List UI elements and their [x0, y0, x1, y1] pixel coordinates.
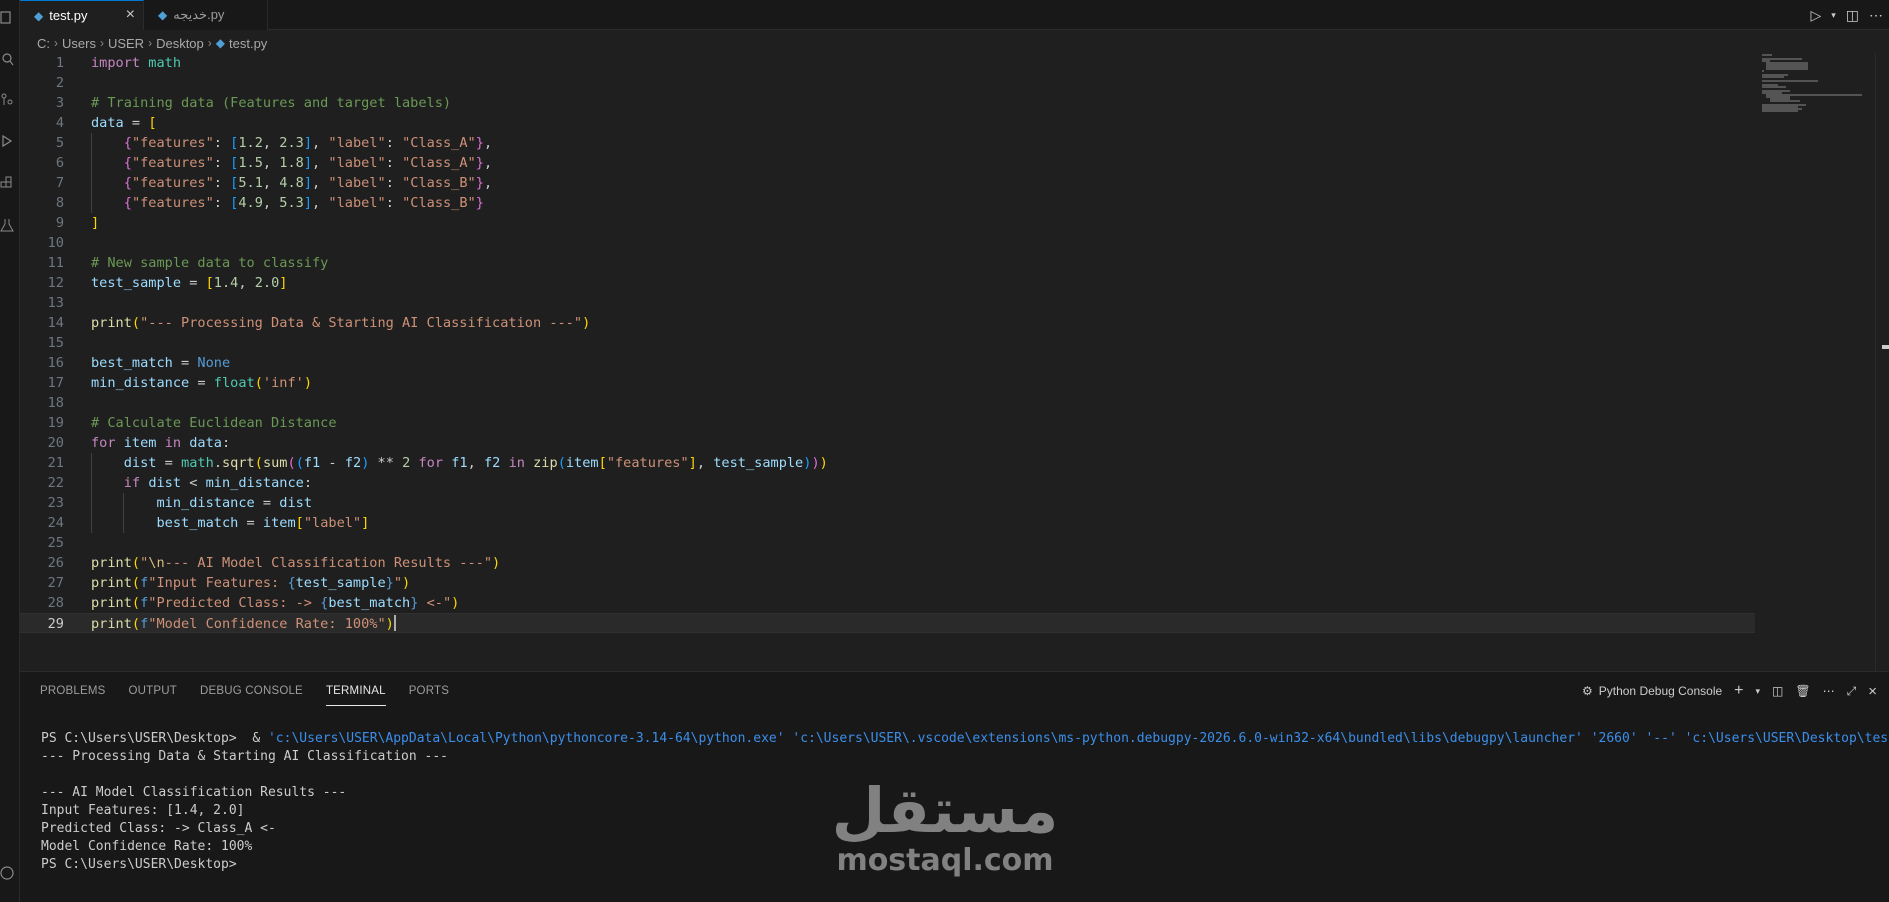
tab-test-py[interactable]: ◆ test.py ×: [20, 0, 144, 30]
chevron-right-icon: ›: [99, 36, 104, 50]
tab-output[interactable]: OUTPUT: [129, 682, 177, 706]
breadcrumb: C: › Users › USER › Desktop › ◆ test.py: [37, 34, 267, 52]
minimap[interactable]: [1760, 53, 1870, 123]
split-terminal-icon[interactable]: ◫: [1772, 684, 1783, 698]
more-icon[interactable]: ⋯: [1823, 684, 1835, 698]
chevron-down-icon[interactable]: ▾: [1831, 10, 1836, 21]
panel-actions: ⚙ Python Debug Console + ▾ ◫ 🗑 ⋯ ⤢ ×: [1582, 680, 1877, 702]
terminal-command-line: PS C:\Users\USER\Desktop> & 'c:\Users\US…: [41, 731, 1889, 746]
code-line: 14 print("--- Processing Data & Starting …: [47, 315, 591, 331]
explorer-icon[interactable]: [0, 10, 14, 24]
breadcrumb-item[interactable]: Desktop: [156, 36, 204, 51]
tab-label: test.py: [49, 8, 88, 23]
code-line: 1 import math: [55, 55, 182, 71]
editor-actions: ▷ ▾ ◫ ⋯: [1810, 0, 1883, 30]
watermark-latin: mostaql.com: [836, 843, 1054, 878]
gear-icon: ⚙: [1581, 684, 1593, 698]
close-panel-icon[interactable]: ×: [1868, 683, 1877, 700]
code-line: 27 print(f"Input Features: {test_sample}"…: [47, 575, 411, 591]
code-line: 13: [47, 295, 64, 311]
search-icon[interactable]: [0, 52, 14, 66]
terminal-line: --- Processing Data & Starting AI Classi…: [41, 749, 448, 764]
editor-scrollbar[interactable]: [1875, 53, 1889, 671]
split-editor-icon[interactable]: ◫: [1846, 7, 1859, 24]
tab-terminal[interactable]: TERMINAL: [325, 682, 386, 706]
scrollbar-thumb[interactable]: [1882, 345, 1889, 349]
code-line: 7 {"features": [5.1, 4.8], "label": "Cla…: [55, 173, 493, 193]
code-line: 18: [47, 395, 64, 411]
breadcrumb-item[interactable]: test.py: [229, 36, 267, 51]
code-line: 15: [47, 335, 64, 351]
code-line: 10: [47, 235, 64, 251]
editor-tab-bar: ◆ test.py × ◆ خديجه.py ▷ ▾ ◫ ⋯: [20, 0, 1889, 30]
code-line: 22 if dist < min_distance:: [47, 473, 313, 493]
python-file-icon: ◆: [158, 8, 168, 22]
run-icon[interactable]: ▷: [1810, 7, 1821, 24]
code-line: 2: [55, 75, 64, 91]
terminal-name: Python Debug Console: [1598, 684, 1723, 698]
panel-tabs: PROBLEMS OUTPUT DEBUG CONSOLE TERMINAL P…: [40, 682, 472, 706]
new-terminal-icon[interactable]: +: [1734, 682, 1743, 700]
code-line: 25: [47, 535, 64, 551]
breadcrumb-item[interactable]: C:: [37, 36, 50, 51]
terminal-selector[interactable]: ⚙ Python Debug Console: [1582, 684, 1722, 698]
tab-ports[interactable]: PORTS: [409, 682, 449, 706]
text-cursor: [393, 615, 396, 631]
code-line: 16 best_match = None: [47, 355, 231, 371]
maximize-panel-icon[interactable]: ⤢: [1847, 684, 1857, 699]
code-editor[interactable]: 1 import math 2 3 # Training data (Feature…: [20, 53, 1889, 671]
more-icon[interactable]: ⋯: [1869, 7, 1883, 24]
chevron-right-icon: ›: [54, 36, 58, 50]
code-line: 20 for item in data:: [47, 435, 231, 451]
code-line: 11 # New sample data to classify: [47, 255, 329, 271]
tab-debug-console[interactable]: DEBUG CONSOLE: [200, 682, 303, 706]
run-debug-icon[interactable]: [0, 134, 14, 148]
tab-problems[interactable]: PROBLEMS: [40, 682, 106, 706]
code-line: 9]: [55, 215, 100, 231]
source-control-icon[interactable]: [0, 92, 14, 106]
code-line: 28 print(f"Predicted Class: -> {best_matc…: [47, 595, 460, 611]
python-file-icon: ◆: [34, 8, 44, 23]
code-line: 26 print("\n--- AI Model Classification R…: [47, 555, 501, 571]
chevron-right-icon: ›: [207, 36, 212, 50]
code-line: 6 {"features": [1.5, 1.8], "label": "Cla…: [55, 153, 493, 173]
tab-khadija-py[interactable]: ◆ خديجه.py: [144, 0, 268, 30]
code-line: 19 # Calculate Euclidean Distance: [47, 415, 337, 431]
extensions-icon[interactable]: [0, 176, 14, 190]
code-line: 8 {"features": [4.9, 5.3], "label": "Cla…: [55, 193, 484, 213]
tab-label: خديجه.py: [173, 7, 225, 22]
code-line: 4 data = [: [55, 115, 157, 131]
code-line: 3 # Training data (Features and target la…: [55, 95, 452, 111]
code-line-current: 29 print(f"Model Confidence Rate: 100%"): [20, 613, 1755, 633]
testing-icon[interactable]: [0, 218, 14, 232]
python-file-icon: ◆: [215, 36, 226, 50]
breadcrumb-item[interactable]: Users: [62, 36, 96, 51]
breadcrumb-item[interactable]: USER: [108, 36, 144, 51]
code-line: 5 {"features": [1.2, 2.3], "label": "Cla…: [55, 133, 493, 153]
chevron-right-icon: ›: [148, 36, 153, 50]
activity-bar: [0, 0, 20, 902]
trash-icon[interactable]: 🗑: [1795, 684, 1810, 698]
code-line: 24 best_match = item["label"]: [47, 513, 370, 533]
close-icon[interactable]: ×: [126, 6, 135, 24]
code-line: 21 dist = math.sqrt(sum((f1 - f2) ** 2 f…: [47, 453, 828, 473]
account-icon[interactable]: [0, 866, 14, 880]
code-line: 23 min_distance = dist: [47, 493, 313, 513]
watermark-logo: مستقل mostaql.com: [830, 778, 1060, 888]
chevron-down-icon[interactable]: ▾: [1756, 686, 1761, 697]
code-line: 17 min_distance = float('inf'): [47, 375, 312, 391]
watermark-arabic: مستقل: [831, 774, 1059, 847]
code-line: 12 test_sample = [1.4, 2.0]: [47, 275, 288, 291]
